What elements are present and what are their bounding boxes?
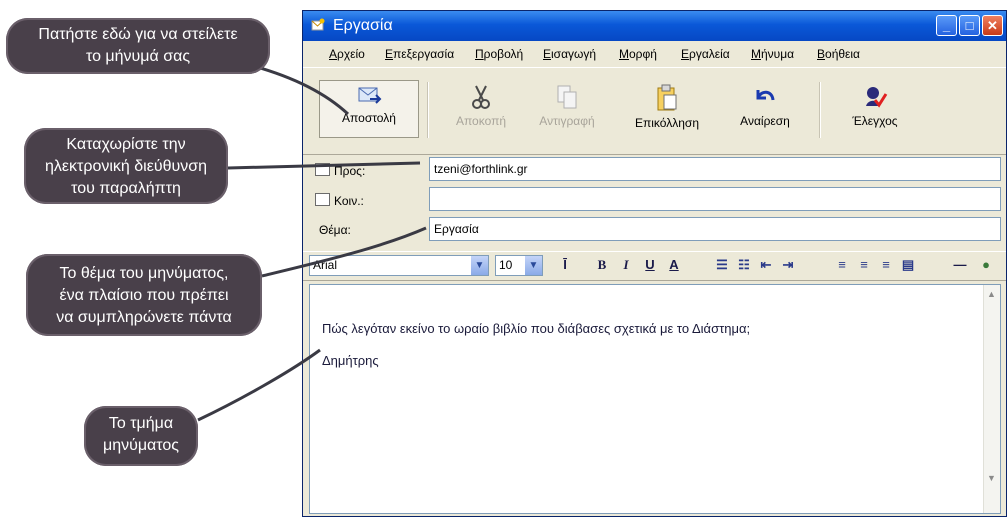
callout-body: Το τμήμα μηνύματος	[84, 406, 198, 466]
callout-subject-line: να συμπληρώνετε πάντα	[56, 309, 232, 326]
callout-send-line: Πατήστε εδώ για να στείλετε	[38, 26, 238, 43]
callout-address: Καταχωρίστε την ηλεκτρονική διεύθυνση το…	[24, 128, 228, 204]
callout-subject-line: Το θέμα του μηνύματος,	[59, 265, 229, 282]
callout-send-line: το μήνυμά σας	[85, 48, 191, 65]
callout-body-line: Το τμήμα	[108, 415, 174, 432]
callout-address-line: Καταχωρίστε την	[66, 136, 186, 153]
callout-send: Πατήστε εδώ για να στείλετε το μήνυμά σα…	[6, 18, 270, 74]
callout-subject-line: ένα πλαίσιο που πρέπει	[59, 287, 229, 304]
callout-body-line: μηνύματος	[102, 437, 180, 454]
callout-subject: Το θέμα του μηνύματος, ένα πλαίσιο που π…	[26, 254, 262, 336]
callout-address-line: ηλεκτρονική διεύθυνση	[44, 158, 207, 175]
callout-address-line: του παραλήπτη	[71, 180, 181, 197]
